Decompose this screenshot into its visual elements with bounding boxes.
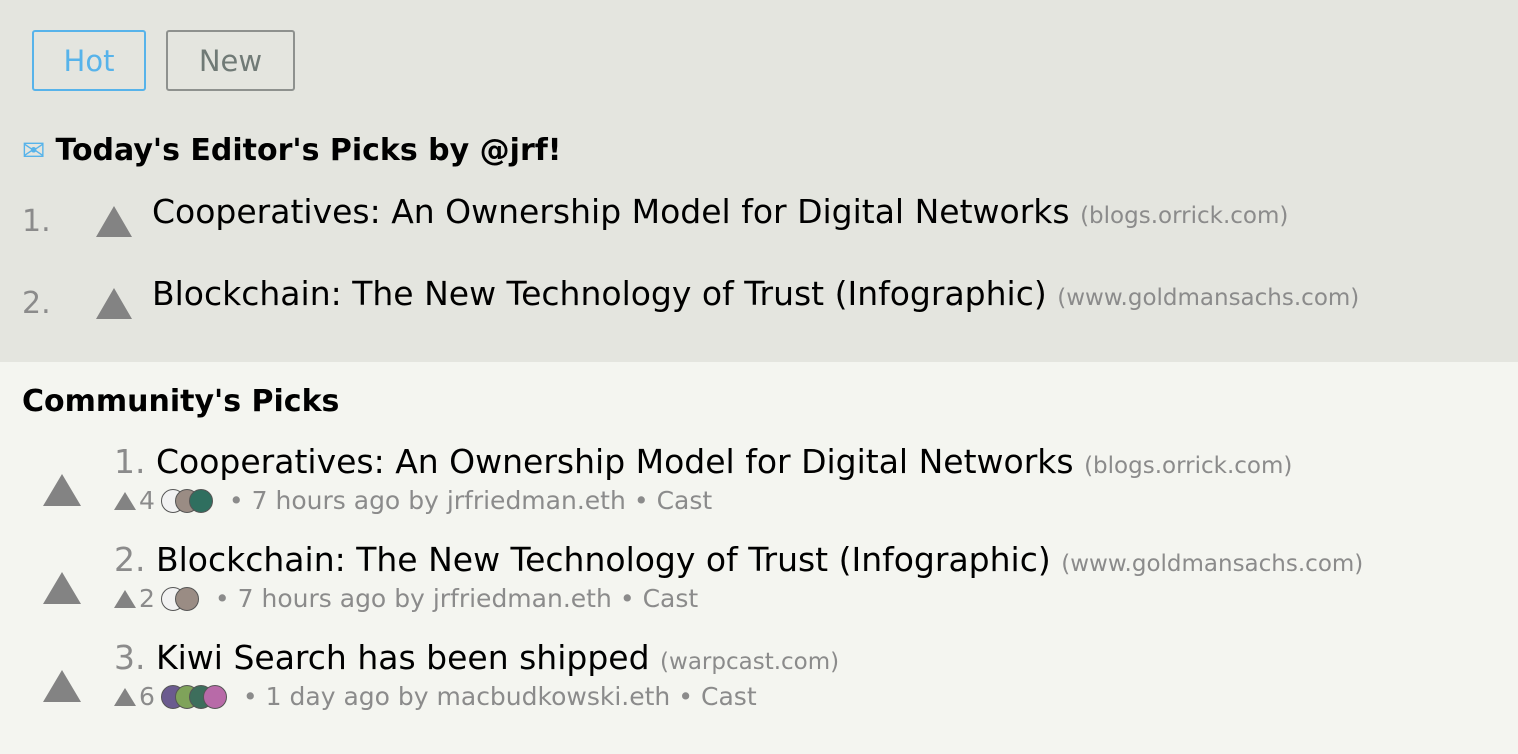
- vote-count: 4: [139, 486, 155, 515]
- story-time[interactable]: 7 hours ago: [238, 584, 387, 613]
- item-number: 2.: [114, 540, 146, 579]
- editor-picks-title: Today's Editor's Picks by @jrf!: [55, 133, 562, 168]
- vote-count-icon: [114, 491, 136, 510]
- upvote-icon[interactable]: [43, 474, 81, 506]
- voter-avatars[interactable]: [160, 488, 213, 513]
- story-domain[interactable]: (warpcast.com): [660, 649, 839, 675]
- author-link[interactable]: jrfriedman.eth: [433, 584, 612, 613]
- tab-new[interactable]: New: [166, 30, 295, 91]
- item-number: 3.: [114, 638, 146, 677]
- story-link[interactable]: Blockchain: The New Technology of Trust …: [152, 274, 1047, 313]
- voter-avatars[interactable]: [160, 684, 227, 709]
- item-number: 1.: [22, 204, 51, 239]
- vote-count-icon: [114, 589, 136, 608]
- envelope-icon[interactable]: ✉: [22, 134, 45, 167]
- upvote-icon[interactable]: [43, 572, 81, 604]
- avatar: [174, 586, 199, 611]
- separator-dot: •: [678, 682, 694, 711]
- by-label: by: [408, 486, 439, 515]
- vote-count: 2: [139, 584, 155, 613]
- story-title-line: 1. Cooperatives: An Ownership Model for …: [114, 442, 1292, 481]
- by-label: by: [397, 682, 429, 711]
- item-number: 2.: [22, 286, 51, 321]
- vote-count: 6: [139, 682, 155, 711]
- story-title-line: 2. Blockchain: The New Technology of Tru…: [114, 540, 1363, 579]
- editor-picks-section: Hot New ✉ Today's Editor's Picks by @jrf…: [0, 0, 1518, 362]
- cast-link[interactable]: Cast: [701, 682, 757, 711]
- author-link[interactable]: jrfriedman.eth: [447, 486, 626, 515]
- item-number: 1.: [114, 442, 146, 481]
- story-link[interactable]: Blockchain: The New Technology of Trust …: [156, 540, 1051, 579]
- vote-count-icon: [114, 687, 136, 706]
- tab-hot[interactable]: Hot: [32, 30, 146, 91]
- story-domain[interactable]: (blogs.orrick.com): [1084, 453, 1292, 479]
- sort-tabs: Hot New: [32, 30, 295, 91]
- avatar: [188, 488, 213, 513]
- editor-pick-item: 2. Blockchain: The New Technology of Tru…: [0, 274, 1518, 342]
- upvote-icon[interactable]: [96, 206, 132, 237]
- separator-dot: •: [242, 682, 258, 711]
- avatar: [202, 684, 227, 709]
- story-title-line: Cooperatives: An Ownership Model for Dig…: [152, 192, 1288, 231]
- cast-link[interactable]: Cast: [657, 486, 713, 515]
- story-time[interactable]: 7 hours ago: [252, 486, 401, 515]
- story-link[interactable]: Kiwi Search has been shipped: [156, 638, 650, 677]
- by-label: by: [394, 584, 425, 613]
- story-domain[interactable]: (www.goldmansachs.com): [1061, 551, 1363, 577]
- voter-avatars[interactable]: [160, 586, 199, 611]
- story-meta: 6 • 1 day ago by macbudkowski.eth • Cast: [114, 682, 757, 711]
- editor-picks-header: ✉ Today's Editor's Picks by @jrf!: [22, 133, 561, 168]
- upvote-icon[interactable]: [43, 670, 81, 702]
- separator-dot: •: [633, 486, 649, 515]
- separator-dot: •: [214, 584, 230, 613]
- separator-dot: •: [619, 584, 635, 613]
- story-meta: 2 • 7 hours ago by jrfriedman.eth • Cast: [114, 584, 698, 613]
- community-picks-header: Community's Picks: [22, 384, 340, 419]
- story-meta: 4 • 7 hours ago by jrfriedman.eth • Cast: [114, 486, 712, 515]
- editor-pick-item: 1. Cooperatives: An Ownership Model for …: [0, 192, 1518, 260]
- author-link[interactable]: macbudkowski.eth: [437, 682, 671, 711]
- story-title-line: 3. Kiwi Search has been shipped (warpcas…: [114, 638, 839, 677]
- story-link[interactable]: Cooperatives: An Ownership Model for Dig…: [152, 192, 1070, 231]
- story-domain[interactable]: (blogs.orrick.com): [1080, 203, 1288, 229]
- community-pick-item: 3. Kiwi Search has been shipped (warpcas…: [0, 638, 1518, 754]
- story-title-line: Blockchain: The New Technology of Trust …: [152, 274, 1359, 313]
- story-domain[interactable]: (www.goldmansachs.com): [1057, 285, 1359, 311]
- separator-dot: •: [228, 486, 244, 515]
- cast-link[interactable]: Cast: [643, 584, 699, 613]
- story-link[interactable]: Cooperatives: An Ownership Model for Dig…: [156, 442, 1074, 481]
- story-time[interactable]: 1 day ago: [266, 682, 390, 711]
- upvote-icon[interactable]: [96, 288, 132, 319]
